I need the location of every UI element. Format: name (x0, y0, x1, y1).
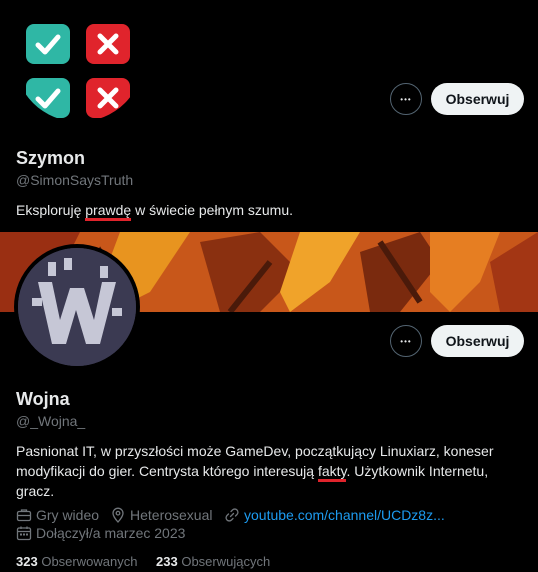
location-pin-icon (110, 507, 126, 523)
user-handle: @SimonSaysTruth (16, 172, 134, 188)
more-dots-icon: ••• (400, 94, 412, 104)
check-icon (26, 24, 70, 64)
cross-icon (86, 24, 130, 64)
avatar[interactable] (14, 244, 140, 370)
highlighted-word: fakty (317, 463, 347, 482)
link-icon (224, 507, 240, 523)
follow-button[interactable]: Obserwuj (431, 325, 524, 357)
more-options-button[interactable]: ••• (390, 325, 422, 357)
profile-bio: Eksploruję prawdę w świecie pełnym szumu… (16, 200, 293, 221)
more-options-button[interactable]: ••• (390, 83, 422, 115)
followers-count-link[interactable]: 233 Obserwujących (156, 554, 270, 569)
following-count-link[interactable]: 323 Obserwowanych (16, 554, 137, 569)
more-dots-icon: ••• (400, 336, 412, 346)
display-name: Szymon (16, 148, 86, 168)
profile-location: Heterosexual (110, 507, 213, 523)
profile-category: Gry wideo (16, 507, 99, 523)
website-link[interactable]: youtube.com/channel/UCDz8z... (244, 507, 445, 523)
display-name: Wojna (16, 389, 70, 409)
highlighted-word: prawdę (85, 202, 132, 221)
check-icon (26, 78, 70, 118)
user-handle: @_Wojna_ (16, 413, 86, 429)
profile-joined-date: Dołączył/a marzec 2023 (16, 525, 185, 541)
follow-button[interactable]: Obserwuj (431, 83, 524, 115)
avatar[interactable] (14, 0, 144, 122)
profile-website[interactable]: youtube.com/channel/UCDz8z... (224, 507, 445, 523)
calendar-icon (16, 525, 32, 541)
profile-bio: Pasnionat IT, w przyszłości może GameDev… (16, 443, 494, 499)
profile-card-szymon: ••• Obserwuj Szymon @SimonSaysTruth Eksp… (0, 0, 538, 232)
cross-icon (86, 78, 130, 118)
briefcase-icon (16, 507, 32, 523)
